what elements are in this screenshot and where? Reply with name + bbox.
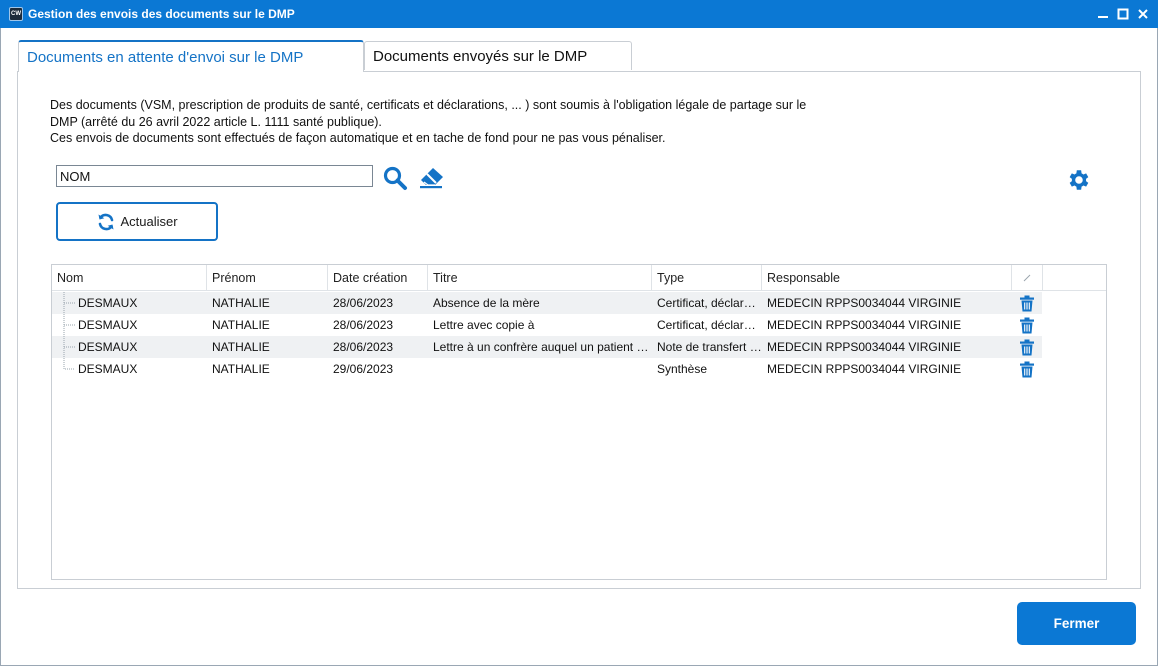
- table-header: Nom Prénom Date création Titre Type Resp…: [52, 265, 1106, 291]
- cell-prenom: NATHALIE: [212, 296, 270, 310]
- cell-responsable: MEDECIN RPPS0034044 VIRGINIE: [767, 362, 962, 376]
- close-window-button[interactable]: [1134, 4, 1152, 24]
- cell-type: Certificat, déclarati...: [657, 318, 762, 332]
- cell-prenom: NATHALIE: [212, 340, 270, 354]
- gear-icon: [1069, 170, 1089, 190]
- cell-titre: Lettre à un confrère auquel un patient e…: [433, 340, 652, 354]
- cell-date: 28/06/2023: [333, 318, 394, 332]
- window-controls: [1094, 0, 1152, 28]
- cell-nom: DESMAUX: [78, 362, 138, 376]
- cell-type: Certificat, déclarati...: [657, 296, 762, 310]
- cell-titre: [428, 358, 652, 380]
- table-row[interactable]: DESMAUX NATHALIE 29/06/2023 Synthèse MED…: [52, 358, 1042, 380]
- table-row[interactable]: DESMAUX NATHALIE 28/06/2023 Lettre avec …: [52, 314, 1042, 336]
- tab-label: Documents envoyés sur le DMP: [373, 47, 588, 65]
- cell-type: Note de transfert (...: [657, 340, 762, 354]
- info-line: DMP (arrêté du 26 avril 2022 article L. …: [50, 114, 382, 129]
- tab-pending-documents[interactable]: Documents en attente d'envoi sur le DMP: [18, 40, 364, 72]
- cell-date: 29/06/2023: [333, 362, 394, 376]
- maximize-icon: [1117, 8, 1129, 20]
- trash-icon: [1020, 317, 1034, 333]
- delete-button[interactable]: [1018, 338, 1036, 356]
- close-icon: [1138, 9, 1148, 19]
- pencil-icon: [1023, 274, 1031, 282]
- trash-icon: [1020, 339, 1034, 355]
- info-line: Ces envois de documents sont effectués d…: [50, 131, 666, 145]
- cell-prenom: NATHALIE: [212, 362, 270, 376]
- cell-titre: Absence de la mère: [433, 296, 540, 310]
- info-line: Des documents (VSM, prescription de prod…: [50, 98, 807, 112]
- refresh-label: Actualiser: [120, 214, 178, 229]
- cell-type: Synthèse: [657, 362, 708, 376]
- eraser-icon: [420, 168, 443, 189]
- table-row[interactable]: DESMAUX NATHALIE 28/06/2023 Absence de l…: [52, 292, 1042, 314]
- table-row[interactable]: DESMAUX NATHALIE 28/06/2023 Lettre à un …: [52, 336, 1042, 358]
- trash-icon: [1020, 295, 1034, 311]
- tab-sent-documents[interactable]: Documents envoyés sur le DMP: [364, 41, 632, 70]
- cell-nom: DESMAUX: [78, 318, 138, 332]
- cell-date: 28/06/2023: [333, 340, 394, 354]
- info-text: Des documents (VSM, prescription de prod…: [50, 97, 890, 147]
- column-header-date[interactable]: Date création: [328, 265, 428, 291]
- column-header-type[interactable]: Type: [652, 265, 762, 291]
- window-title: Gestion des envois des documents sur le …: [28, 7, 295, 21]
- clear-search-button[interactable]: [417, 165, 447, 191]
- search-button[interactable]: [381, 165, 409, 191]
- cell-nom: DESMAUX: [78, 296, 138, 310]
- column-header-nom[interactable]: Nom: [52, 265, 207, 291]
- cell-responsable: MEDECIN RPPS0034044 VIRGINIE: [767, 318, 962, 332]
- delete-button[interactable]: [1018, 294, 1036, 312]
- refresh-button[interactable]: Actualiser: [56, 202, 218, 241]
- cell-date: 28/06/2023: [333, 296, 394, 310]
- cell-responsable: MEDECIN RPPS0034044 VIRGINIE: [767, 340, 962, 354]
- maximize-button[interactable]: [1114, 4, 1132, 24]
- app-icon: CW: [9, 7, 23, 21]
- cell-responsable: MEDECIN RPPS0034044 VIRGINIE: [767, 296, 962, 310]
- column-header-prenom[interactable]: Prénom: [207, 265, 328, 291]
- cell-titre: Lettre avec copie à: [433, 318, 535, 332]
- column-header-responsable[interactable]: Responsable: [762, 265, 1012, 291]
- cell-nom: DESMAUX: [78, 340, 138, 354]
- column-header-titre[interactable]: Titre: [428, 265, 652, 291]
- close-button[interactable]: Fermer: [1017, 602, 1136, 645]
- search-input[interactable]: [56, 165, 373, 187]
- refresh-icon: [98, 213, 114, 230]
- trash-icon: [1020, 361, 1034, 377]
- documents-table: Nom Prénom Date création Titre Type Resp…: [51, 264, 1107, 580]
- delete-button[interactable]: [1018, 316, 1036, 334]
- title-bar: CW Gestion des envois des documents sur …: [0, 0, 1158, 28]
- minimize-icon: [1098, 16, 1108, 18]
- tab-label: Documents en attente d'envoi sur le DMP: [27, 48, 304, 66]
- search-icon: [383, 166, 407, 190]
- column-header-actions[interactable]: [1012, 265, 1043, 291]
- minimize-button[interactable]: [1094, 4, 1112, 24]
- cell-prenom: NATHALIE: [212, 318, 270, 332]
- delete-button[interactable]: [1018, 360, 1036, 378]
- settings-button[interactable]: [1063, 166, 1093, 194]
